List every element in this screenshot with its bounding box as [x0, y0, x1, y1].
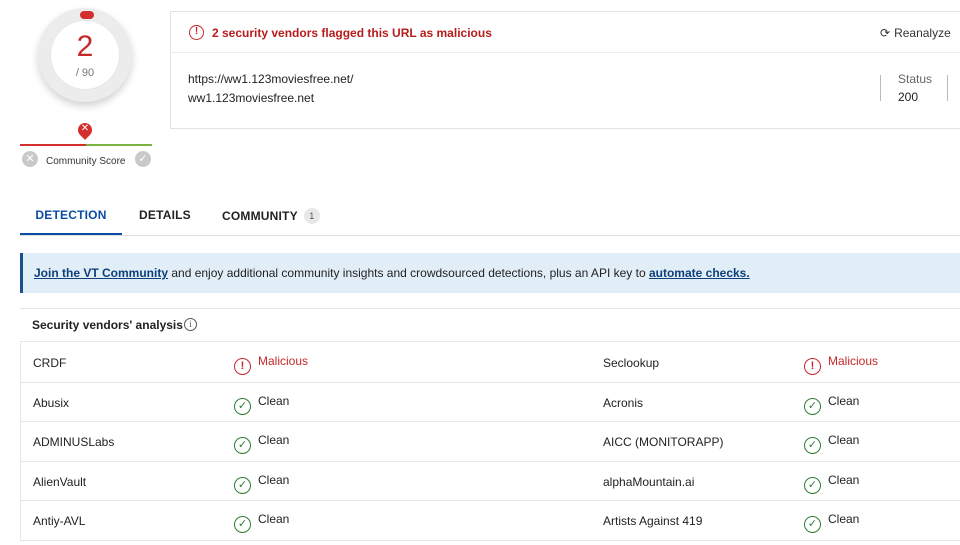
check-circle-icon: ✓ — [234, 437, 251, 454]
vendor-result: ✓ Clean — [804, 473, 859, 494]
vendor-verdict: Clean — [828, 433, 860, 447]
vendor-verdict: Clean — [258, 393, 290, 408]
check-circle-icon: ✓ — [234, 516, 251, 533]
check-circle-icon: ✓ — [804, 476, 821, 494]
detection-score-gauge: 2 / 90 — [38, 8, 132, 102]
vendor-result: ✓ Clean — [234, 512, 289, 533]
url-summary-card: ! 2 security vendors flagged this URL as… — [170, 11, 960, 129]
divider — [947, 75, 948, 101]
community-banner: Join the VT Community and enjoy addition… — [20, 253, 960, 293]
status-value: 200 — [898, 90, 919, 104]
vendor-verdict: Malicious — [828, 354, 879, 368]
vendor-verdict: Clean — [258, 512, 290, 526]
vendor-result: ✓ Clean — [234, 394, 289, 415]
malicious-icon: ! — [804, 358, 821, 375]
vendor-result: ! Malicious — [804, 354, 878, 375]
tab-details[interactable]: DETAILS — [139, 196, 191, 235]
gauge-indicator — [80, 11, 94, 19]
table-row: ADMINUSLabs ✓ Clean AICC (MONITORAPP) ✓ Cl… — [21, 422, 960, 462]
vendor-name: alphaMountain.ai — [603, 474, 695, 489]
vendor-name: Artists Against 419 — [603, 514, 703, 528]
malicious-alert-text: 2 security vendors flagged this URL as m… — [212, 26, 492, 40]
vendor-result: ✓ Clean — [804, 433, 859, 454]
vote-malicious-button[interactable]: ✕ — [22, 151, 38, 167]
vendor-verdict: Clean — [828, 512, 860, 526]
check-circle-icon: ✓ — [804, 397, 821, 415]
vendors-title: Security vendors' analysis — [32, 318, 183, 332]
vendor-name: Seclookup — [603, 356, 660, 370]
table-row: CRDF ! Malicious Seclookup ! Malicious — [21, 343, 960, 383]
community-score-bar — [20, 144, 152, 146]
community-score-label: Community Score — [46, 156, 126, 167]
vendor-name: AlienVault — [33, 474, 87, 489]
vendor-name: Acronis — [603, 395, 644, 410]
detection-total: / 90 — [75, 67, 95, 79]
malicious-icon: ! — [234, 358, 251, 375]
vendor-name: Antiy-AVL — [33, 514, 86, 528]
vendor-result: ✓ Clean — [804, 512, 859, 533]
join-community-link[interactable]: Join the VT Community — [34, 266, 168, 280]
vendor-name: Abusix — [33, 395, 70, 410]
status-label: Status — [898, 72, 933, 86]
check-circle-icon: ✓ — [804, 516, 821, 533]
automate-checks-link[interactable]: automate checks. — [649, 266, 750, 280]
vendors-section-header: Security vendors' analysis i — [20, 308, 960, 342]
vendor-name: ADMINUSLabs — [33, 435, 115, 449]
vendor-result: ! Malicious — [234, 354, 308, 375]
info-icon[interactable]: i — [184, 318, 197, 331]
tab-bar: DETECTION DETAILS COMMUNITY 1 — [20, 196, 960, 236]
banner-middle-text: and enjoy additional community insights … — [168, 266, 649, 280]
scanned-host: ww1.123moviesfree.net — [188, 91, 315, 105]
community-score-widget: ✕ ✕ Community Score ✓ — [18, 120, 154, 172]
table-row: Antiy-AVL ✓ Clean Artists Against 419 ✓ Cl… — [21, 501, 960, 541]
vendor-verdict: Clean — [828, 393, 860, 408]
community-count-badge: 1 — [303, 208, 320, 224]
table-row: Abusix ✓ Clean Acronis ✓ Clean — [21, 383, 960, 422]
tab-detection[interactable]: DETECTION — [20, 196, 122, 235]
vendor-verdict: Malicious — [258, 354, 309, 368]
vendor-name: AICC (MONITORAPP) — [603, 435, 724, 449]
vendors-table: CRDF ! Malicious Seclookup ! Malicious Abu… — [20, 343, 960, 541]
vendor-result: ✓ Clean — [234, 433, 289, 454]
vendor-result: ✓ Clean — [804, 394, 859, 415]
reanalyze-button[interactable]: ⟳ Reanalyze — [880, 26, 951, 40]
vendor-name: CRDF — [33, 356, 67, 370]
banner-text: Join the VT Community and enjoy addition… — [34, 266, 750, 280]
card-header: ! 2 security vendors flagged this URL as… — [171, 12, 960, 53]
table-row: AlienVault ✓ Clean alphaMountain.ai ✓ Clea… — [21, 462, 960, 501]
reanalyze-label: Reanalyze — [894, 26, 951, 40]
vendor-verdict: Clean — [258, 433, 290, 447]
refresh-icon: ⟳ — [880, 26, 891, 40]
check-circle-icon: ✓ — [804, 437, 821, 454]
check-circle-icon: ✓ — [234, 397, 251, 415]
vendor-verdict: Clean — [258, 472, 290, 487]
gauge-center: 2 / 90 — [50, 20, 120, 90]
vendor-verdict: Clean — [828, 472, 860, 487]
alert-icon: ! — [189, 25, 204, 40]
pin-x-icon: ✕ — [80, 123, 90, 134]
tab-community-label: COMMUNITY — [222, 209, 298, 223]
detection-count: 2 — [76, 30, 94, 63]
divider — [880, 75, 881, 101]
tab-community[interactable]: COMMUNITY 1 — [222, 196, 320, 235]
check-circle-icon: ✓ — [234, 476, 251, 494]
vendor-result: ✓ Clean — [234, 473, 289, 494]
scanned-url: https://ww1.123moviesfree.net/ — [188, 72, 354, 86]
vote-harmless-button[interactable]: ✓ — [135, 151, 151, 167]
